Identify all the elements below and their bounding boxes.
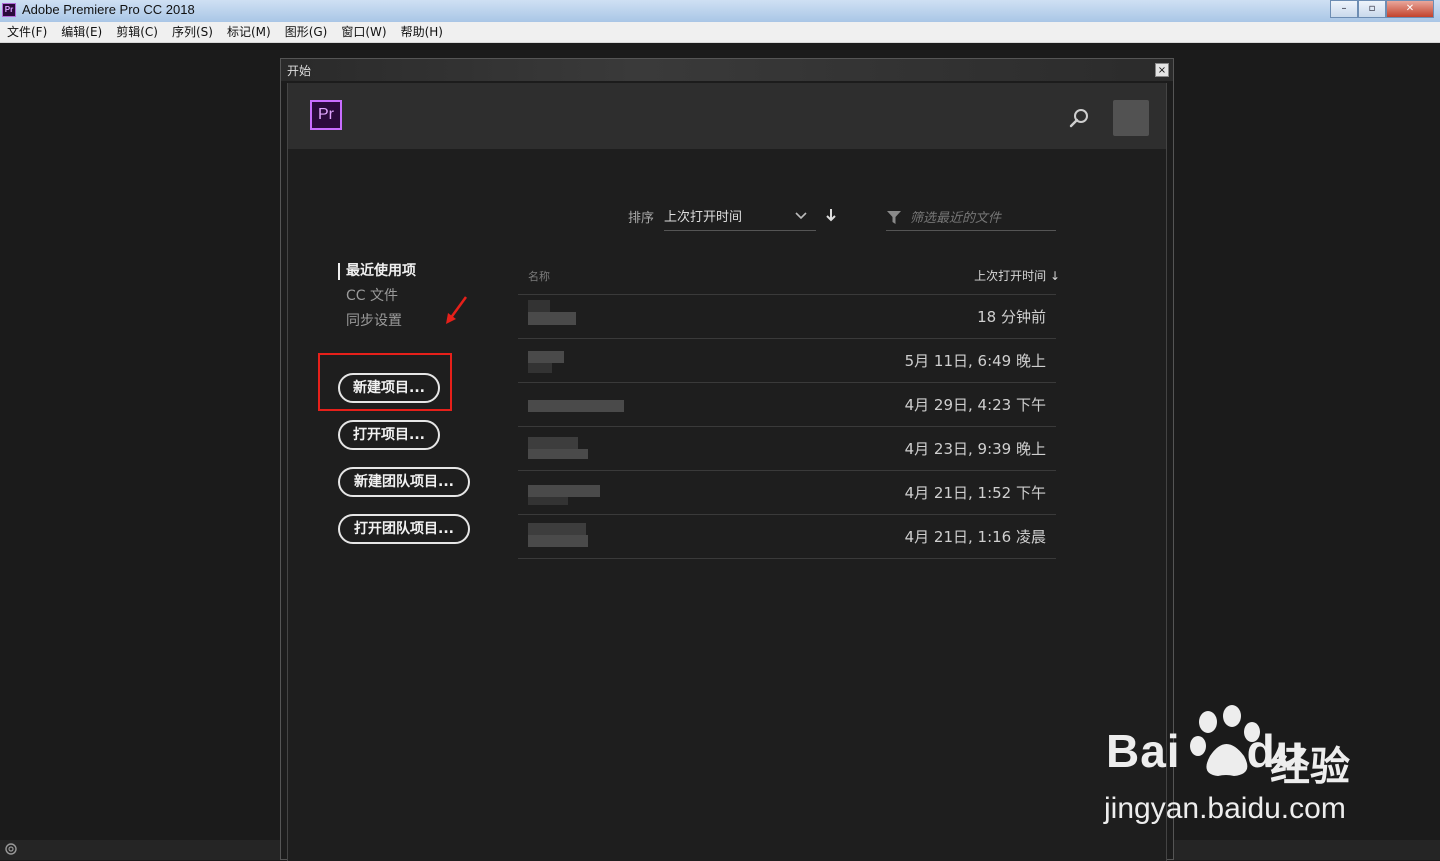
blurred-filename <box>528 363 552 373</box>
sidebar-item-sync-settings[interactable]: 同步设置 <box>338 309 416 334</box>
table-row[interactable]: 4月 21日, 1:16 凌晨 <box>518 515 1056 559</box>
menu-bar: 文件(F) 编辑(E) 剪辑(C) 序列(S) 标记(M) 图形(G) 窗口(W… <box>0 22 1440 43</box>
table-row[interactable]: 4月 29日, 4:23 下午 <box>518 383 1056 427</box>
window-title-bar: Pr Adobe Premiere Pro CC 2018 – ▫ ✕ <box>0 0 1440 22</box>
row-last-opened: 4月 23日, 9:39 晚上 <box>904 440 1046 458</box>
blurred-filename <box>528 351 564 363</box>
status-icon <box>5 843 17 855</box>
menu-sequence[interactable]: 序列(S) <box>165 22 220 42</box>
menu-help[interactable]: 帮助(H) <box>394 22 450 42</box>
start-header: Pr <box>288 83 1166 149</box>
sidebar-item-cc-files[interactable]: CC 文件 <box>338 284 416 309</box>
row-last-opened: 4月 29日, 4:23 下午 <box>904 396 1046 414</box>
table-row[interactable]: 18 分钟前 <box>518 295 1056 339</box>
blurred-filename <box>528 523 586 535</box>
dialog-close-button[interactable]: × <box>1155 63 1169 77</box>
dialog-header: 开始 × <box>281 59 1173 81</box>
status-bar-right <box>1174 840 1440 860</box>
column-header-last-opened[interactable]: 上次打开时间 ↓ <box>974 267 1060 284</box>
recent-files-list: 18 分钟前 5月 11日, 6:49 晚上 4月 29日, 4:23 下午 4… <box>518 294 1056 559</box>
table-row[interactable]: 5月 11日, 6:49 晚上 <box>518 339 1056 383</box>
open-project-button[interactable]: 打开项目... <box>338 420 440 450</box>
menu-window[interactable]: 窗口(W) <box>334 22 393 42</box>
premiere-logo: Pr <box>310 100 342 130</box>
user-avatar[interactable] <box>1113 100 1149 136</box>
blurred-filename <box>528 449 588 459</box>
blurred-filename <box>528 300 550 312</box>
column-header-name[interactable]: 名称 <box>528 268 550 284</box>
sort-direction-icon[interactable] <box>824 207 838 223</box>
close-window-button[interactable]: ✕ <box>1386 0 1434 18</box>
row-last-opened: 4月 21日, 1:52 下午 <box>904 484 1046 502</box>
blurred-filename <box>528 400 624 412</box>
open-team-project-button[interactable]: 打开团队项目... <box>338 514 470 544</box>
status-bar-left <box>0 840 280 860</box>
blurred-filename <box>528 535 588 547</box>
restore-button[interactable]: ▫ <box>1358 0 1386 18</box>
sort-value: 上次打开时间 <box>664 210 743 225</box>
watermark-url: jingyan.baidu.com <box>1104 792 1346 825</box>
start-screen: Pr 排序 上次打开时间 筛选最近的文件 最近使用项 CC 文件 同步设置 新建… <box>287 83 1167 861</box>
window-controls: – ▫ ✕ <box>1330 0 1434 18</box>
table-row[interactable]: 4月 21日, 1:52 下午 <box>518 471 1056 515</box>
new-team-project-button[interactable]: 新建团队项目... <box>338 467 470 497</box>
menu-markers[interactable]: 标记(M) <box>220 22 278 42</box>
blurred-filename <box>528 437 578 449</box>
filter-input[interactable]: 筛选最近的文件 <box>886 201 1056 231</box>
sort-arrow-icon: ↓ <box>1049 269 1060 283</box>
new-project-button[interactable]: 新建项目... <box>338 373 440 403</box>
row-last-opened: 18 分钟前 <box>977 308 1046 326</box>
annotation-arrow-icon <box>446 296 468 324</box>
row-last-opened: 5月 11日, 6:49 晚上 <box>904 352 1046 370</box>
sidebar-item-recent[interactable]: 最近使用项 <box>338 259 416 284</box>
window-title: Adobe Premiere Pro CC 2018 <box>22 2 195 17</box>
filter-icon <box>887 211 901 224</box>
chevron-down-icon <box>795 212 807 220</box>
blurred-filename <box>528 485 600 497</box>
search-icon[interactable] <box>1068 107 1090 129</box>
watermark-brand-bai: Bai <box>1106 725 1181 777</box>
sidebar-nav: 最近使用项 CC 文件 同步设置 <box>338 259 416 334</box>
sort-select[interactable]: 上次打开时间 <box>664 201 816 231</box>
blurred-filename <box>528 312 576 325</box>
menu-file[interactable]: 文件(F) <box>0 22 54 42</box>
filter-placeholder: 筛选最近的文件 <box>910 211 1002 226</box>
dialog-title: 开始 <box>287 64 312 78</box>
start-dialog: 开始 × Pr 排序 上次打开时间 筛选最近的文件 最近使用项 CC 文件 同步… <box>280 58 1174 861</box>
row-last-opened: 4月 21日, 1:16 凌晨 <box>904 528 1046 546</box>
menu-clip[interactable]: 剪辑(C) <box>109 22 165 42</box>
minimize-button[interactable]: – <box>1330 0 1358 18</box>
column-header-last-opened-label: 上次打开时间 <box>974 269 1047 283</box>
premiere-app-icon: Pr <box>2 3 16 17</box>
watermark-cn: 经验 <box>1270 744 1350 790</box>
menu-graphics[interactable]: 图形(G) <box>278 22 335 42</box>
menu-edit[interactable]: 编辑(E) <box>54 22 109 42</box>
blurred-filename <box>528 497 568 505</box>
sort-label: 排序 <box>628 211 655 226</box>
table-row[interactable]: 4月 23日, 9:39 晚上 <box>518 427 1056 471</box>
